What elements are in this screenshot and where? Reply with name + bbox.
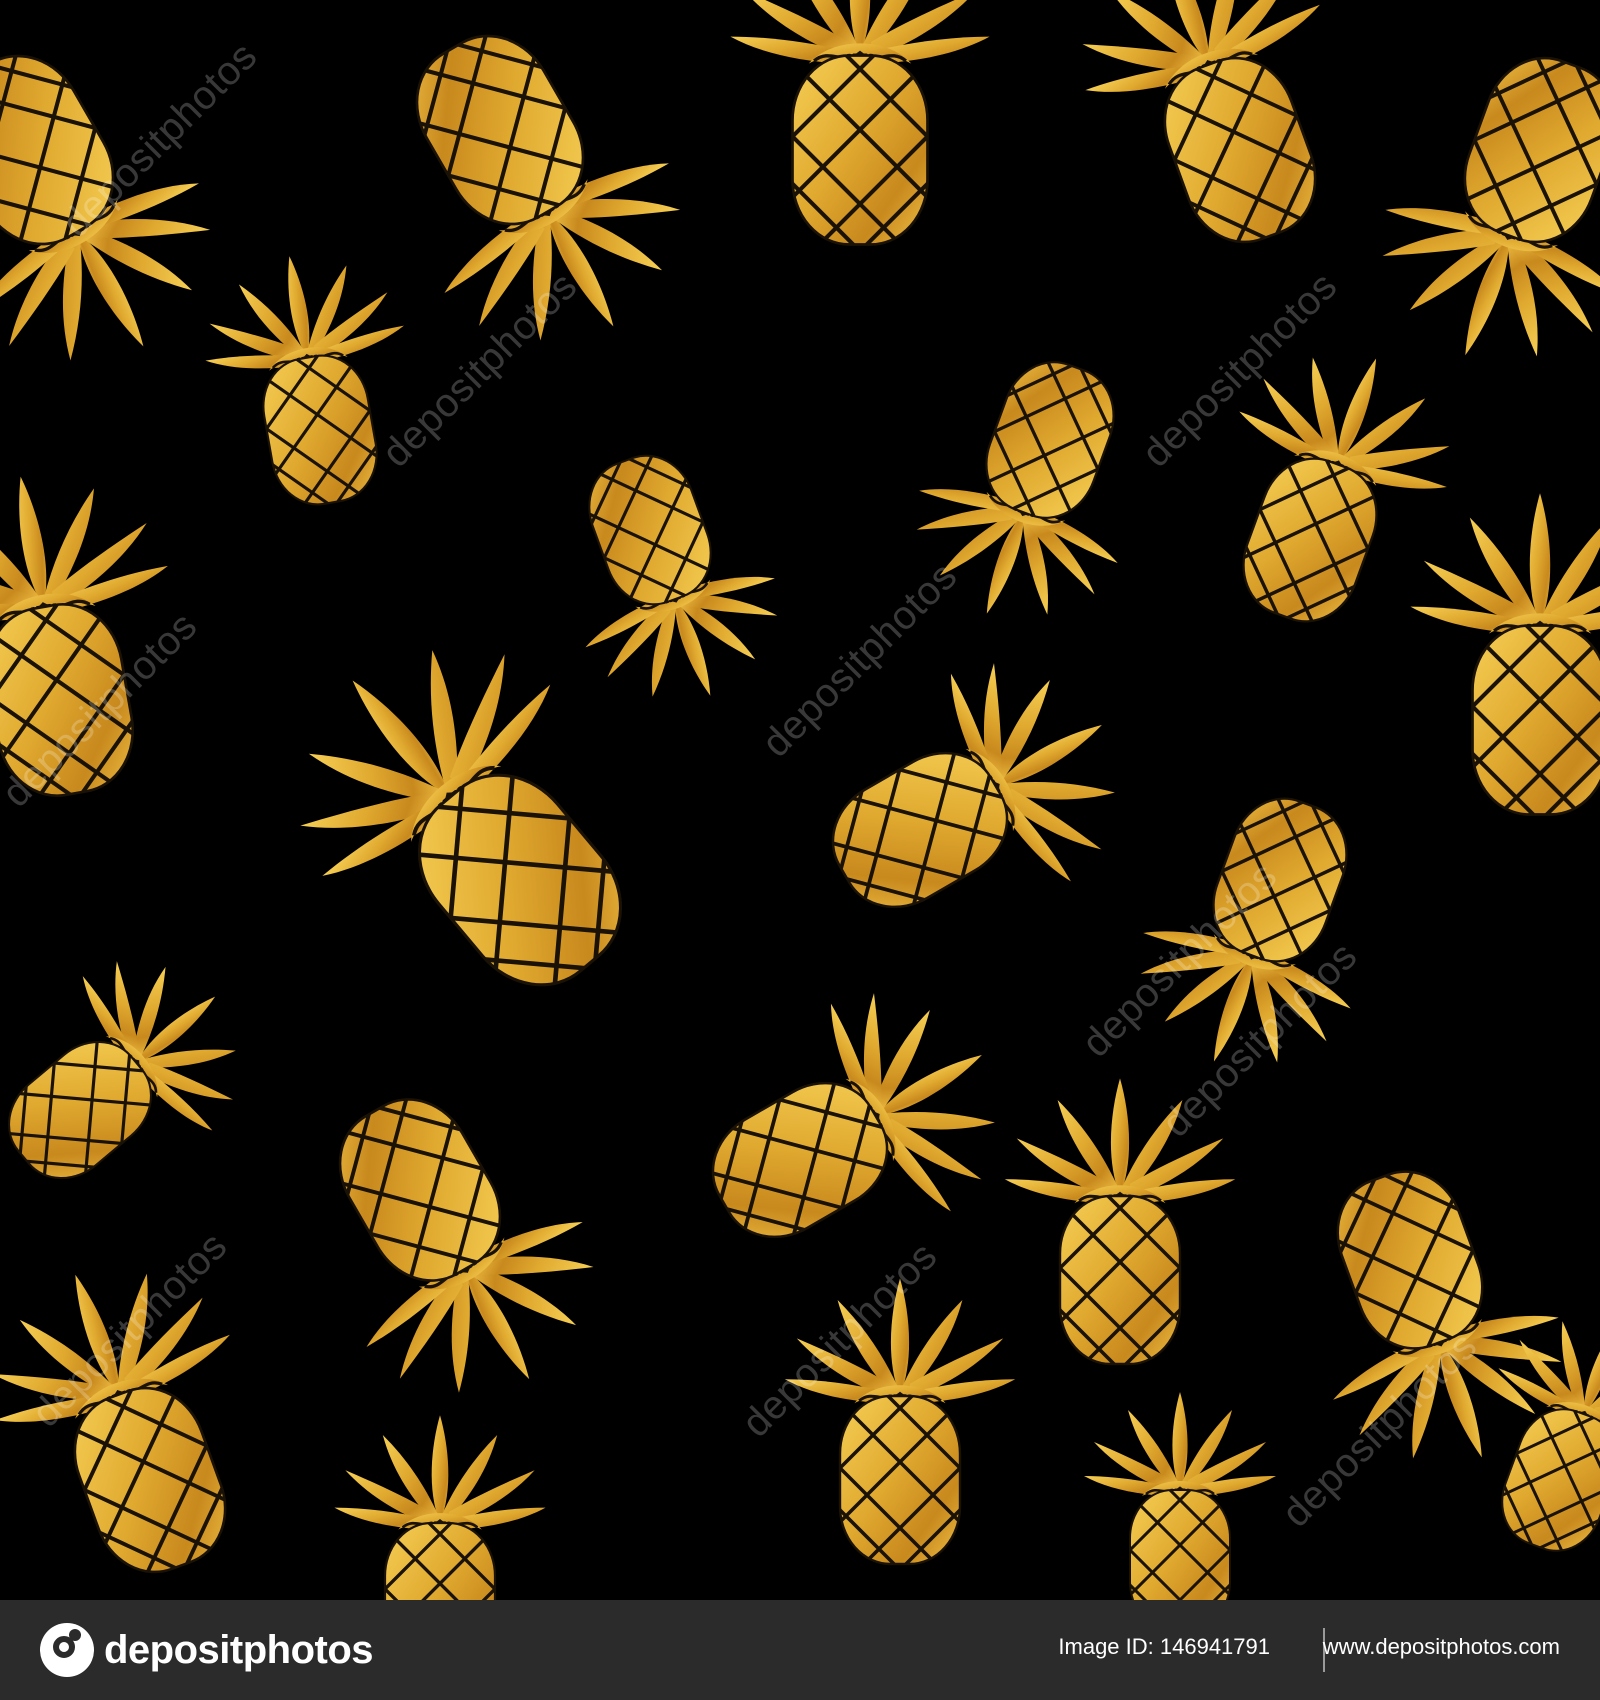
pineapple-pattern xyxy=(0,0,1600,1600)
footer-bar: depositphotos Image ID: 146941791 www.de… xyxy=(0,1600,1600,1700)
stock-image: depositphotos depositphotos depositphotos d… xyxy=(0,0,1600,1700)
depositphotos-logo-icon xyxy=(40,1623,94,1677)
image-id-label: Image ID: 146941791 xyxy=(1058,1634,1270,1659)
depositphotos-logo[interactable]: depositphotos xyxy=(40,1622,374,1678)
site-url-link[interactable]: www.depositphotos.com xyxy=(1323,1634,1560,1660)
brand-name: depositphotos xyxy=(104,1627,374,1672)
